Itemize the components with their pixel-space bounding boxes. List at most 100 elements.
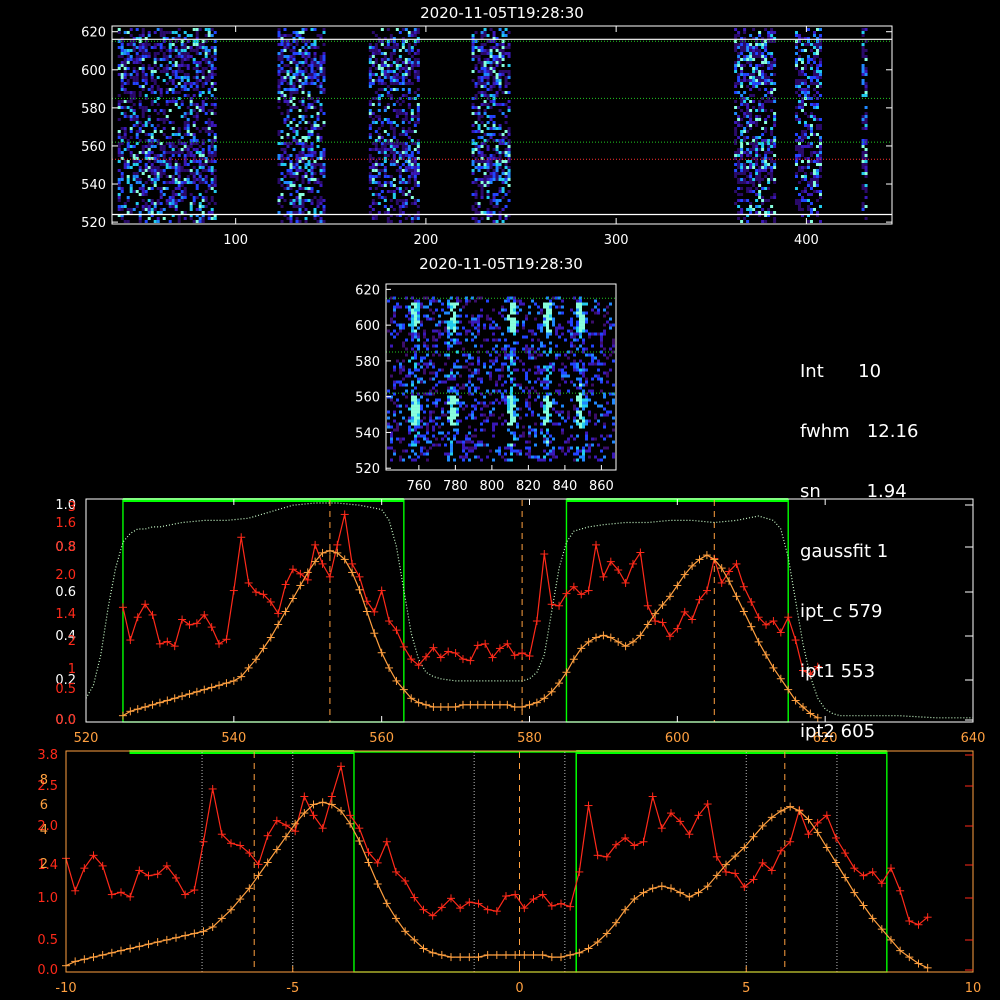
heat-pixel [498, 52, 502, 55]
heat-pixel [286, 115, 290, 118]
heat-pixel [429, 302, 432, 306]
heat-pixel [207, 49, 211, 52]
heat-pixel [413, 178, 417, 181]
heat-pixel [304, 43, 308, 46]
heat-pixel [758, 172, 762, 175]
heat-pixel [159, 193, 163, 196]
heat-pixel [450, 317, 453, 321]
heat-pixel [561, 368, 564, 372]
heat-pixel [319, 136, 323, 139]
heat-pixel [183, 217, 187, 220]
heat-pixel [310, 115, 314, 118]
heat-pixel [597, 374, 600, 378]
heat-pixel [486, 103, 490, 106]
heat-pixel [504, 217, 508, 220]
heat-pixel [489, 377, 492, 381]
heat-pixel [591, 353, 594, 357]
heat-pixel [800, 139, 804, 142]
heat-pixel [480, 190, 484, 193]
heat-pixel [447, 377, 450, 381]
heat-pixel [749, 34, 753, 37]
heat-pixel [815, 169, 819, 172]
heat-pixel [165, 163, 169, 166]
heat-pixel [420, 419, 423, 423]
heat-pixel [444, 401, 447, 405]
heat-pixel [138, 130, 142, 133]
heat-pixel [426, 440, 429, 444]
heat-pixel [489, 211, 493, 214]
heat-pixel [480, 443, 483, 447]
heat-pixel [770, 79, 774, 82]
heat-pixel [289, 166, 293, 169]
heat-pixel [585, 431, 588, 435]
heat-pixel [395, 109, 399, 112]
heat-pixel [513, 434, 516, 438]
heat-pixel [210, 208, 214, 211]
heat-pixel [195, 46, 199, 49]
heat-pixel [213, 73, 217, 76]
heat-pixel [770, 127, 774, 130]
heat-pixel [322, 151, 326, 154]
heat-pixel [737, 124, 741, 127]
heat-pixel [404, 115, 408, 118]
heat-pixel [480, 154, 484, 157]
heat-pixel [528, 407, 531, 411]
heat-pixel [483, 395, 486, 399]
heat-pixel [585, 320, 588, 324]
heat-pixel [519, 383, 522, 387]
heat-pixel [549, 332, 552, 336]
heat-pixel [171, 178, 175, 181]
heat-pixel [417, 377, 420, 381]
heat-pixel [298, 199, 302, 202]
heat-pixel [393, 311, 396, 315]
heat-pixel [519, 416, 522, 420]
heat-pixel [147, 34, 151, 37]
heat-pixel [764, 76, 768, 79]
heat-pixel [180, 181, 184, 184]
heat-pixel [591, 308, 594, 312]
heat-pixel [408, 371, 411, 375]
heat-pixel [492, 211, 496, 214]
heat-pixel [474, 443, 477, 447]
heat-pixel [582, 416, 585, 420]
heat-pixel [797, 70, 801, 73]
heat-pixel [447, 356, 450, 360]
heat-pixel [407, 73, 411, 76]
heat-pixel [153, 70, 157, 73]
heat-pixel [477, 160, 481, 163]
heat-pixel [316, 163, 320, 166]
heat-pixel [201, 70, 205, 73]
heat-pixel [410, 139, 414, 142]
heat-pixel [171, 202, 175, 205]
heat-pixel [420, 365, 423, 369]
heat-pixel [474, 190, 478, 193]
heat-pixel [585, 377, 588, 381]
heat-pixel [812, 70, 816, 73]
heat-pixel [746, 43, 750, 46]
heat-pixel [815, 172, 819, 175]
heat-pixel [201, 163, 205, 166]
heat-pixel [552, 407, 555, 411]
heat-pixel [770, 94, 774, 97]
heat-pixel [310, 79, 314, 82]
heat-pixel [758, 82, 762, 85]
heat-pixel [280, 76, 284, 79]
heat-pixel [198, 46, 202, 49]
heat-pixel [486, 139, 490, 142]
heat-pixel [404, 133, 408, 136]
heat-pixel [761, 139, 765, 142]
heat-pixel [404, 28, 408, 31]
heat-pixel [483, 413, 486, 417]
heat-pixel [210, 172, 214, 175]
heat-pixel [399, 455, 402, 459]
heat-pixel [416, 31, 420, 34]
heat-pixel [414, 416, 417, 420]
heat-pixel [141, 55, 145, 58]
heat-pixel [740, 166, 744, 169]
heat-pixel [498, 163, 502, 166]
heatmap-1-ytick-label: 580 [81, 102, 106, 117]
heat-pixel [504, 395, 507, 399]
heat-pixel [480, 115, 484, 118]
heat-pixel [447, 326, 450, 330]
heat-pixel [417, 431, 420, 435]
